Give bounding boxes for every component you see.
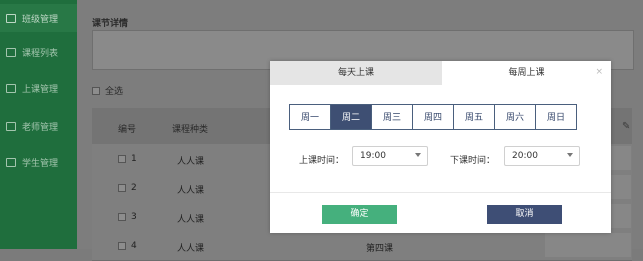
row-section: 第四课 — [366, 244, 394, 254]
row-cell — [545, 233, 631, 257]
row-type: 人人课 — [177, 157, 205, 167]
cancel-button[interactable]: 取消 — [487, 205, 562, 224]
sidebar: 班级管理 课程列表 上课管理 老师管理 学生管理 — [0, 0, 77, 249]
row-type: 人人课 — [177, 186, 205, 196]
day-wednesday[interactable]: 周三 — [371, 104, 413, 130]
sidebar-item-class[interactable]: 班级管理 — [0, 4, 77, 32]
end-time-value: 20:00 — [512, 151, 538, 161]
row-checkbox[interactable] — [118, 213, 126, 221]
sidebar-item-label: 上课管理 — [22, 84, 59, 95]
sidebar-item-teachers[interactable]: 老师管理 — [0, 112, 77, 140]
day-thursday[interactable]: 周四 — [412, 104, 454, 130]
start-time-label: 上课时间： — [299, 156, 345, 166]
sidebar-item-lessons[interactable]: 上课管理 — [0, 74, 77, 102]
close-icon[interactable]: × — [595, 67, 603, 77]
tab-weekly[interactable]: 每周上课 — [442, 61, 611, 85]
select-all-label: 全选 — [105, 87, 124, 97]
end-time-label: 下课时间： — [450, 156, 496, 166]
end-time-select[interactable]: 20:00 — [504, 146, 580, 166]
day-sunday[interactable]: 周日 — [535, 104, 577, 130]
sidebar-item-label: 老师管理 — [22, 122, 59, 133]
row-checkbox[interactable] — [118, 155, 126, 163]
day-saturday[interactable]: 周六 — [494, 104, 536, 130]
schedule-dialog: 每天上课 每周上课 × 周一 周二 周三 周四 周五 周六 周日 上课时间： 1… — [270, 61, 611, 233]
row-checkbox[interactable] — [118, 184, 126, 192]
sidebar-item-label: 班级管理 — [22, 14, 59, 25]
row-type: 人人课 — [177, 215, 205, 225]
sidebar-item-courses[interactable]: 课程列表 — [0, 38, 77, 66]
calendar-icon — [6, 13, 16, 23]
tab-daily[interactable]: 每天上课 — [270, 61, 442, 85]
row-type: 人人课 — [177, 244, 205, 254]
edit-icon[interactable]: ✎ — [622, 121, 630, 132]
book-icon — [6, 47, 16, 57]
weekday-selector: 周一 周二 周三 周四 周五 周六 周日 — [289, 104, 577, 130]
table-row: 4 人人课 第四课 — [92, 231, 632, 261]
chevron-down-icon — [567, 153, 573, 157]
row-number: 1 — [131, 154, 137, 164]
sidebar-item-students[interactable]: 学生管理 — [0, 148, 77, 176]
chevron-down-icon — [415, 153, 421, 157]
list-icon — [6, 83, 16, 93]
row-number: 3 — [131, 212, 137, 222]
sidebar-item-label: 课程列表 — [22, 48, 59, 59]
row-number: 2 — [131, 183, 137, 193]
select-all-checkbox[interactable] — [92, 86, 100, 95]
col-course-type: 课程种类 — [172, 125, 209, 135]
day-friday[interactable]: 周五 — [453, 104, 495, 130]
users-icon — [6, 157, 16, 167]
select-all[interactable]: 全选 — [92, 84, 123, 97]
row-number: 4 — [131, 241, 137, 251]
section-title: 课节详情 — [92, 19, 129, 29]
start-time-value: 19:00 — [360, 151, 386, 161]
start-time-select[interactable]: 19:00 — [352, 146, 428, 166]
schedule-tabs: 每天上课 每周上课 × — [270, 61, 611, 85]
confirm-button[interactable]: 确定 — [322, 205, 397, 224]
divider — [270, 192, 611, 193]
user-icon — [6, 121, 16, 131]
col-number: 编号 — [118, 125, 137, 135]
day-monday[interactable]: 周一 — [289, 104, 331, 130]
day-tuesday[interactable]: 周二 — [330, 104, 372, 130]
sidebar-item-label: 学生管理 — [22, 158, 59, 169]
